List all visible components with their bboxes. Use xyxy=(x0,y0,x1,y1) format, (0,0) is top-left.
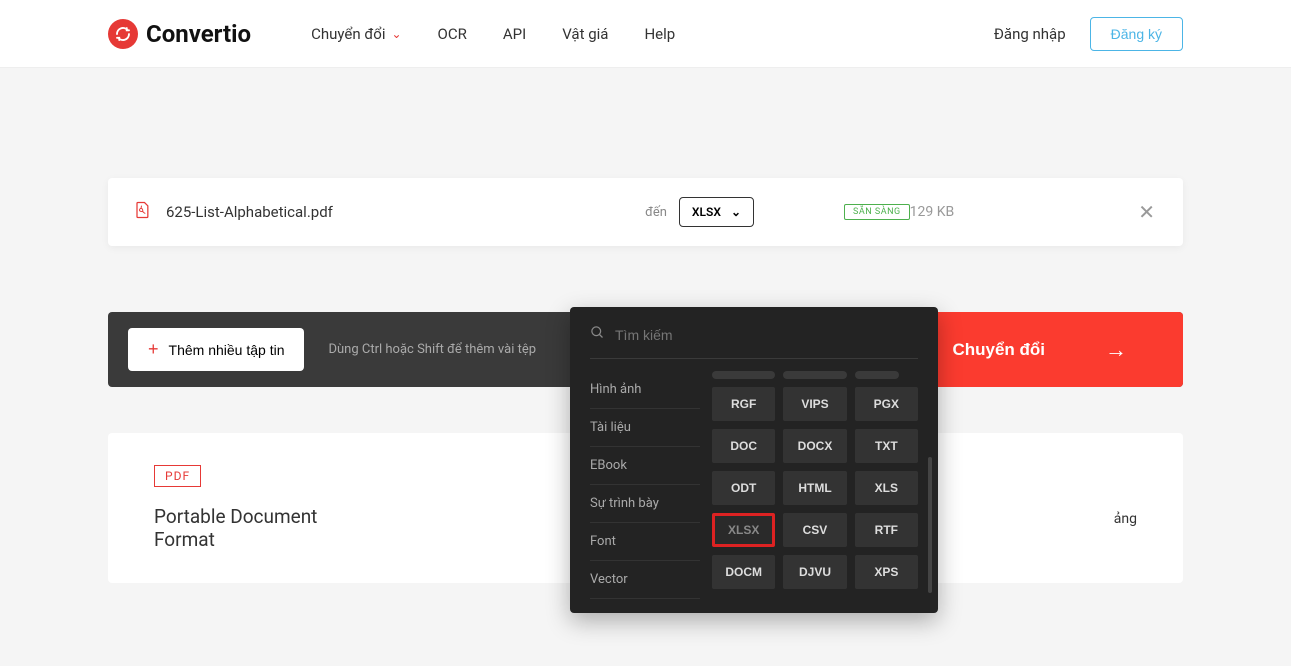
nav-convert[interactable]: Chuyển đổi ⌄ xyxy=(311,25,401,43)
format-option-odt[interactable]: ODT xyxy=(712,471,775,505)
format-option-xls[interactable]: XLS xyxy=(855,471,918,505)
format-option-csv[interactable]: CSV xyxy=(783,513,846,547)
format-option-pgx[interactable]: PGX xyxy=(855,387,918,421)
format-option-html[interactable]: HTML xyxy=(783,471,846,505)
file-size: 129 KB xyxy=(910,204,955,220)
format-option-docx[interactable]: DOCX xyxy=(783,429,846,463)
text-fragment: ảng xyxy=(1114,511,1137,527)
category-item[interactable]: Font xyxy=(590,523,700,561)
chevron-down-icon: ⌄ xyxy=(391,27,401,41)
close-icon[interactable]: ✕ xyxy=(1134,196,1159,228)
format-option-rtf[interactable]: RTF xyxy=(855,513,918,547)
format-dropdown: Hình ảnhTài liệuEBookSự trình bàyFontVec… xyxy=(570,307,938,613)
skeleton xyxy=(783,371,846,379)
logo-icon xyxy=(108,19,138,49)
nav-pricing[interactable]: Vật giá xyxy=(562,25,608,43)
chevron-down-icon: ⌄ xyxy=(731,205,741,219)
login-link[interactable]: Đăng nhập xyxy=(994,25,1066,43)
category-item[interactable]: Vector xyxy=(590,561,700,599)
format-option-rgf[interactable]: RGF xyxy=(712,387,775,421)
search-input[interactable] xyxy=(615,327,918,343)
format-option-vips[interactable]: VIPS xyxy=(783,387,846,421)
content-area: 625-List-Alphabetical.pdf đến XLSX ⌄ SẴN… xyxy=(0,68,1291,583)
category-list: Hình ảnhTài liệuEBookSự trình bàyFontVec… xyxy=(590,371,700,599)
format-option-docm[interactable]: DOCM xyxy=(712,555,775,589)
format-option-txt[interactable]: TXT xyxy=(855,429,918,463)
format-select[interactable]: XLSX ⌄ xyxy=(679,197,754,227)
convert-button[interactable]: Chuyển đổi → xyxy=(896,312,1183,387)
file-name: 625-List-Alphabetical.pdf xyxy=(166,203,645,221)
category-item[interactable]: Hình ảnh xyxy=(590,371,700,409)
format-option-xlsx[interactable]: XLSX xyxy=(712,513,775,547)
signup-button[interactable]: Đăng ký xyxy=(1090,17,1183,51)
brand-name: Convertio xyxy=(146,20,251,48)
nav-api[interactable]: API xyxy=(503,25,526,43)
format-option-xps[interactable]: XPS xyxy=(855,555,918,589)
hint-text: Dùng Ctrl hoặc Shift để thêm vài tệp xyxy=(328,342,536,357)
nav-help[interactable]: Help xyxy=(644,25,675,43)
main-nav: Chuyển đổi ⌄ OCR API Vật giá Help xyxy=(311,25,675,43)
category-item[interactable]: EBook xyxy=(590,447,700,485)
file-row: 625-List-Alphabetical.pdf đến XLSX ⌄ SẴN… xyxy=(108,178,1183,246)
dropdown-search xyxy=(590,325,918,359)
skeleton xyxy=(712,371,775,379)
scrollbar[interactable] xyxy=(928,457,932,593)
status-badge: SẴN SÀNG xyxy=(844,204,910,220)
arrow-right-icon: → xyxy=(1105,337,1127,363)
search-icon xyxy=(590,325,605,344)
format-title: Portable Document Format xyxy=(154,505,344,551)
category-item[interactable]: Sự trình bày xyxy=(590,485,700,523)
format-badge: PDF xyxy=(154,465,201,487)
format-option-doc[interactable]: DOC xyxy=(712,429,775,463)
format-grid: RGFVIPS PGX DOCDOCX TXT ODTHTML XLS XLSXCSV RTF… xyxy=(700,371,918,599)
header: Convertio Chuyển đổi ⌄ OCR API Vật giá H… xyxy=(0,0,1291,68)
header-right: Đăng nhập Đăng ký xyxy=(994,17,1183,51)
format-option-djvu[interactable]: DJVU xyxy=(783,555,846,589)
nav-ocr[interactable]: OCR xyxy=(438,25,467,43)
to-label: đến xyxy=(645,205,667,220)
add-files-button[interactable]: + Thêm nhiều tập tin xyxy=(128,328,304,371)
plus-icon: + xyxy=(148,339,159,360)
pdf-icon xyxy=(132,200,152,224)
logo[interactable]: Convertio xyxy=(108,19,251,49)
skeleton xyxy=(855,371,899,379)
category-item[interactable]: Tài liệu xyxy=(590,409,700,447)
